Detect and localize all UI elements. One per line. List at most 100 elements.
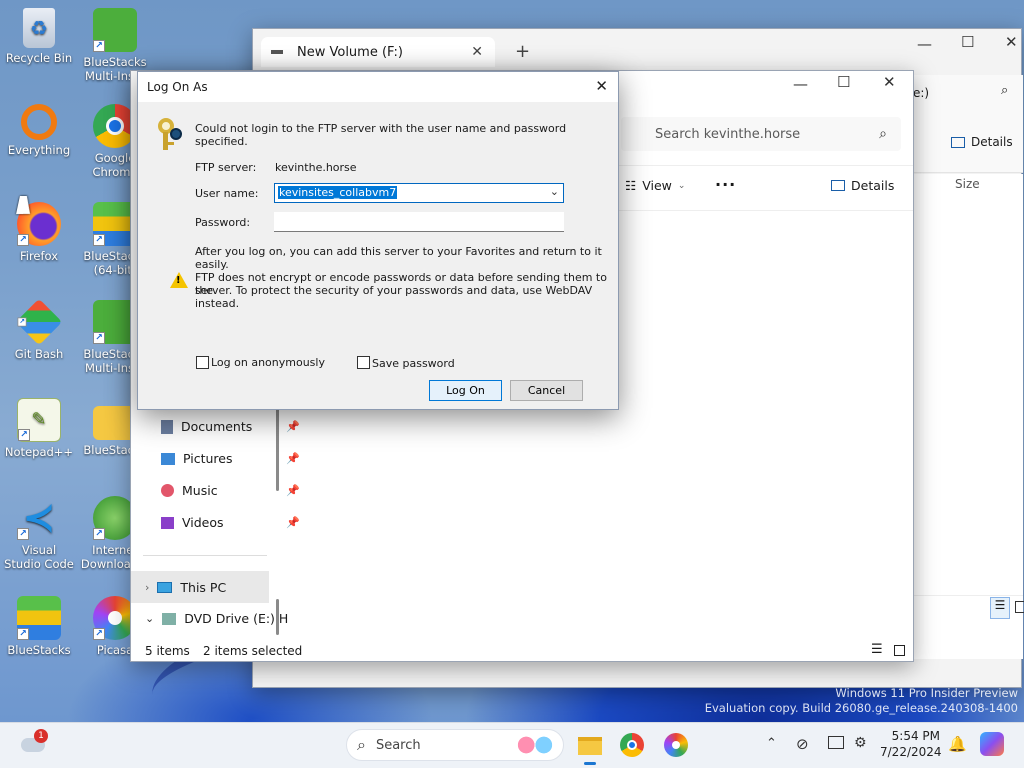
music-icon (161, 484, 174, 497)
shortcut-arrow-icon: ↗ (93, 40, 105, 52)
password-input[interactable] (274, 212, 564, 232)
favorites-note: After you log on, you can add this serve… (195, 245, 602, 271)
nav-item-dvd-drive[interactable]: ⌄ DVD Drive (E:) H (145, 611, 288, 626)
key-icon (152, 116, 182, 152)
log-on-as-dialog[interactable]: Log On As ✕ Could not login to the FTP s… (137, 71, 619, 410)
view-label: View (642, 178, 672, 193)
view-button[interactable]: ☷ View ⌄ (625, 178, 685, 193)
user-name-input[interactable]: kevinsites_collabvm7 (278, 186, 398, 199)
desktop-icon-firefox[interactable]: ↗ Firefox (2, 202, 76, 263)
show-hidden-icons-chevron-up-icon[interactable]: ⌃ (766, 736, 777, 751)
pin-icon: 📌 (286, 452, 300, 465)
settings-sync-icon[interactable]: ⚙ (854, 735, 867, 751)
log-on-button[interactable]: Log On (429, 380, 502, 401)
desktop-icon-everything[interactable]: Everything (2, 104, 76, 157)
nav-item-videos[interactable]: Videos 📌 (161, 515, 300, 530)
maximize-icon[interactable]: ☐ (837, 73, 850, 91)
taskbar-file-explorer[interactable] (574, 727, 606, 765)
search-icon[interactable]: ⌕ (1001, 83, 1008, 98)
nav-label: Documents (181, 419, 253, 434)
this-pc-icon (157, 581, 173, 593)
close-icon[interactable]: ✕ (595, 77, 608, 95)
nav-scrollbar-lower[interactable] (276, 599, 279, 635)
maximize-icon[interactable]: ☐ (961, 33, 974, 51)
close-icon[interactable]: ✕ (883, 73, 896, 91)
taskbar-picasa[interactable] (662, 731, 690, 759)
shortcut-arrow-icon: ↗ (18, 429, 30, 441)
status-selected-count: 2 items selected (203, 644, 303, 658)
chrome-icon (620, 733, 644, 757)
anonymous-checkbox[interactable] (196, 356, 209, 369)
nav-item-pictures[interactable]: Pictures 📌 (161, 451, 300, 466)
warning-exclamation: ! (176, 275, 181, 286)
notification-badge: 1 (34, 729, 48, 743)
nav-scrollbar[interactable] (276, 401, 279, 491)
clock-time: 5:54 PM (891, 729, 940, 743)
desktop-icon-recycle-bin[interactable]: ♻ Recycle Bin (2, 8, 76, 65)
desktop-icon-bluestacks[interactable]: ↗ BlueStacks (2, 596, 76, 657)
search-highlight-icon (513, 734, 557, 756)
display-icon[interactable] (828, 736, 844, 749)
desktop-icon-notepadpp[interactable]: ✎ ↗ Notepad++ (2, 398, 76, 459)
details-label: Details (851, 178, 895, 193)
bluestacks-icon: ↗ (17, 596, 61, 640)
close-tab-icon[interactable]: ✕ (471, 44, 483, 60)
anonymous-label: Log on anonymously (211, 356, 325, 369)
clock[interactable]: 5:54 PM 7/22/2024 (880, 728, 942, 760)
nav-divider (143, 555, 267, 556)
details-button[interactable]: Details (831, 178, 894, 193)
vscode-icon: ≺ ↗ (17, 496, 61, 540)
nav-item-this-pc[interactable]: › This PC (131, 571, 269, 603)
documents-icon (161, 419, 173, 434)
desktop-icon-label: Firefox (19, 249, 59, 263)
large-icons-view-icon[interactable] (894, 645, 905, 656)
notifications-bell-icon[interactable]: 🔔 (948, 735, 967, 753)
taskbar-search-box[interactable]: ⌕ Search (346, 729, 564, 761)
shortcut-arrow-icon: ↗ (93, 332, 105, 344)
desktop-icon-label: Recycle Bin (5, 51, 73, 65)
nav-item-music[interactable]: Music 📌 (161, 483, 300, 498)
videos-icon (161, 516, 174, 529)
status-item-count: 5 items (145, 644, 190, 658)
desktop-icon-label: BlueStacks (7, 643, 71, 657)
dialog-titlebar[interactable]: Log On As ✕ (138, 72, 618, 102)
save-password-label: Save password (372, 357, 455, 370)
column-header-size[interactable]: Size (955, 177, 980, 191)
minimize-icon[interactable]: — (917, 35, 932, 53)
desktop-icon-label: Everything (7, 143, 71, 157)
taskbar-search-label: Search (375, 737, 421, 753)
more-options-icon[interactable]: ··· (715, 175, 736, 194)
desktop-icon-git-bash[interactable]: ↗ Git Bash (2, 298, 76, 361)
tile-view-icon[interactable] (1015, 601, 1024, 613)
tab-new-volume[interactable]: New Volume (F:) ✕ (261, 37, 495, 67)
search-placeholder: Search kevinthe.horse (655, 126, 801, 142)
nav-item-documents[interactable]: Documents 📌 (161, 419, 300, 434)
save-password-checkbox[interactable] (357, 356, 370, 369)
nav-label: This PC (180, 579, 227, 595)
network-disconnected-icon[interactable]: ⊘ (796, 735, 809, 753)
weather-widget[interactable]: 1 (18, 729, 48, 759)
recycle-bin-icon: ♻ (23, 8, 55, 48)
minimize-icon[interactable]: — (793, 75, 808, 93)
list-view-icon[interactable]: ☰ (990, 597, 1010, 619)
windows-watermark-line2: Evaluation copy. Build 26080.ge_release.… (704, 701, 1018, 715)
ftp-server-label: FTP server: (195, 161, 257, 174)
cancel-button[interactable]: Cancel (510, 380, 583, 401)
taskbar-chrome[interactable] (618, 731, 646, 759)
user-name-combobox[interactable]: kevinsites_collabvm7 ⌄ (274, 183, 564, 203)
desktop-icon-vscode[interactable]: ≺ ↗ Visual Studio Code (2, 496, 76, 571)
desktop-icon-label: Picasa (96, 643, 134, 657)
new-tab-icon[interactable]: + (515, 41, 530, 62)
chevron-down-icon[interactable]: ⌄ (550, 185, 559, 198)
chevron-down-icon: ⌄ (145, 612, 155, 625)
details-button[interactable]: Details (951, 135, 1013, 149)
drive-icon (271, 50, 283, 54)
folder-icon (578, 737, 602, 755)
details-view-icon[interactable]: ☰ (871, 642, 883, 657)
start-button[interactable] (308, 733, 332, 757)
shortcut-arrow-icon: ↗ (93, 528, 105, 540)
search-box[interactable]: Search kevinthe.horse ⌕ (621, 117, 901, 151)
search-icon: ⌕ (879, 126, 887, 142)
close-icon[interactable]: ✕ (1005, 33, 1018, 51)
copilot-icon[interactable] (980, 732, 1004, 756)
